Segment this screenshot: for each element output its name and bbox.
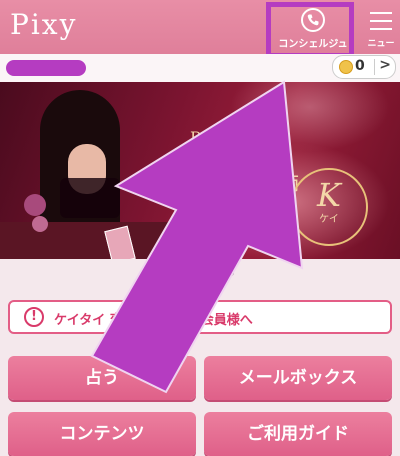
highlight-box: [266, 2, 354, 58]
contents-button[interactable]: コンテンツ: [8, 412, 196, 456]
pixy-logo[interactable]: Pixy: [10, 8, 77, 41]
notice-text: ケイタイ 変更をご検討の会員様へ: [54, 313, 253, 328]
coin-icon: [339, 60, 353, 74]
alert-icon: !: [24, 307, 44, 327]
hamburger-icon: [370, 12, 392, 32]
kei-reading: ケイ: [319, 214, 339, 225]
banner-tagline: Pix 率1位: [190, 128, 263, 147]
redacted-username: [6, 60, 86, 76]
promo-banner[interactable]: Pix 率1位 ソ 師 K ケイ: [0, 82, 400, 259]
carousel-dot[interactable]: [188, 270, 194, 276]
fortune-button[interactable]: 占う: [8, 356, 196, 400]
fortune-teller-dress: [0, 222, 170, 259]
chevron-right-icon: >: [379, 57, 391, 73]
points-divider: [374, 59, 375, 75]
carousel-dot[interactable]: [228, 270, 234, 276]
menu-button[interactable]: ニュー: [362, 8, 400, 50]
mailbox-button[interactable]: メールボックス: [204, 356, 392, 400]
menu-label: ニュー: [367, 39, 395, 49]
points-value: 0: [355, 58, 365, 74]
flower-decoration: [24, 194, 46, 216]
notice-banner[interactable]: ! ケイタイ 変更をご検討の会員様へ: [8, 300, 392, 334]
carousel-dots: [0, 270, 400, 280]
fortune-teller-veil: [60, 178, 120, 218]
guide-button[interactable]: ご利用ガイド: [204, 412, 392, 456]
flower-decoration-small: [32, 216, 48, 232]
kei-emblem: K ケイ: [290, 168, 368, 246]
points-badge[interactable]: 0 >: [332, 55, 396, 79]
